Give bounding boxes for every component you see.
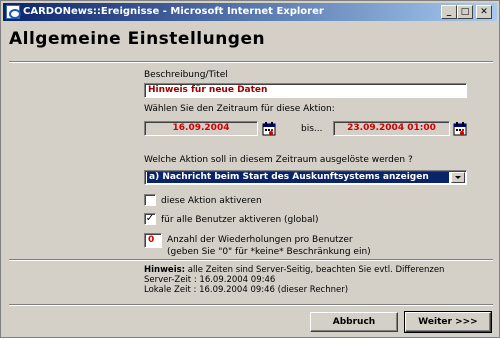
all-users-checkbox[interactable]: ✓ — [144, 213, 156, 225]
repeat-count-input[interactable]: 0 — [144, 233, 162, 248]
action-select[interactable]: a) Nachricht beim Start des Auskunftsyst… — [144, 170, 467, 185]
divider-bottom — [9, 304, 493, 306]
title-bar[interactable]: CARDONews::Ereignisse - Microsoft Intern… — [3, 3, 497, 21]
info-block: Hinweis: alle Zeiten sind Server-Seitig,… — [144, 265, 444, 295]
description-input[interactable]: Hinweis für neue Daten — [144, 83, 467, 98]
chevron-down-icon[interactable] — [451, 172, 465, 183]
repeat-label: Anzahl der Wiederholungen pro Benutzer — [167, 235, 353, 245]
local-time: Lokale Zeit : 16.09.2004 09:46 (dieser R… — [144, 285, 349, 295]
close-button[interactable]: ✕ — [476, 5, 492, 19]
minimize-button[interactable]: _ — [441, 5, 457, 19]
date-to-input[interactable]: 23.09.2004 01:00 — [333, 121, 450, 136]
hint-text: alle Zeiten sind Server-Seitig, beachten… — [185, 265, 445, 275]
activate-checkbox[interactable] — [144, 194, 156, 206]
repeat-hint: (geben Sie "0" für *keine* Beschränkung … — [167, 247, 371, 257]
calendar-icon[interactable] — [262, 122, 276, 136]
maximize-button[interactable]: □ — [457, 5, 473, 19]
date-to-label: bis... — [301, 124, 323, 134]
cancel-button[interactable]: Abbruch — [310, 312, 398, 332]
hint-line: Hinweis: alle Zeiten sind Server-Seitig,… — [144, 265, 444, 275]
activate-label: diese Aktion aktiveren — [161, 196, 262, 206]
ie-icon — [6, 5, 21, 19]
checkmark-icon: ✓ — [145, 213, 155, 224]
next-button[interactable]: Weiter >>> — [404, 311, 492, 333]
hint-label: Hinweis: — [144, 265, 186, 275]
browser-window: CARDONews::Ereignisse - Microsoft Intern… — [0, 0, 500, 338]
calendar-icon[interactable] — [453, 122, 467, 136]
description-label: Beschreibung/Titel — [144, 70, 228, 80]
page-title: Allgemeine Einstellungen — [9, 29, 266, 49]
divider-middle — [9, 259, 493, 261]
action-label: Welche Aktion soll in diesem Zeitraum au… — [144, 155, 413, 165]
all-users-label: für alle Benutzer aktiveren (global) — [161, 215, 319, 225]
period-label: Wählen Sie den Zeitraum für diese Aktion… — [144, 104, 335, 114]
server-time: Server-Zeit : 16.09.2004 09:46 — [144, 275, 276, 285]
window-title: CARDONews::Ereignisse - Microsoft Intern… — [23, 6, 324, 17]
action-selected-value: a) Nachricht beim Start des Auskunftsyst… — [147, 172, 449, 183]
date-from-input[interactable]: 16.09.2004 — [144, 121, 258, 136]
divider-top — [9, 61, 493, 63]
